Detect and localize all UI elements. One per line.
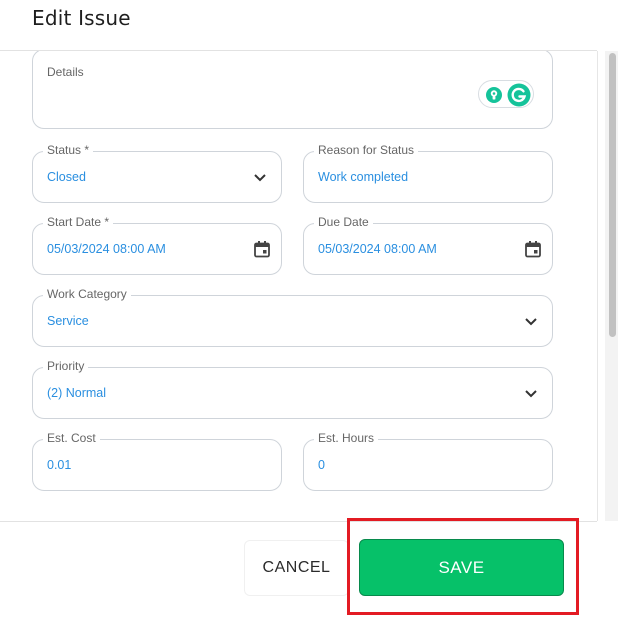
chevron-down-icon[interactable] <box>524 389 538 399</box>
priority-select[interactable]: Priority (2) Normal <box>32 359 553 419</box>
priority-value: (2) Normal <box>47 386 107 400</box>
form-scroll-area[interactable]: Details Status * Closed Reason for Statu… <box>0 51 597 521</box>
vertical-scrollbar[interactable] <box>605 51 618 521</box>
work-category-select[interactable]: Work Category Service <box>32 287 553 347</box>
priority-label: Priority <box>43 359 89 373</box>
reason-for-status-field[interactable]: Reason for Status Work completed <box>303 143 553 203</box>
est-hours-field[interactable]: Est. Hours 0 <box>303 431 553 491</box>
est-hours-value: 0 <box>318 458 325 472</box>
details-field[interactable]: Details <box>32 51 553 129</box>
cancel-button[interactable]: CANCEL <box>244 540 349 596</box>
calendar-icon[interactable] <box>253 240 271 258</box>
dialog-title: Edit Issue <box>32 6 131 30</box>
status-select[interactable]: Status * Closed <box>32 143 282 203</box>
reason-for-status-label: Reason for Status <box>314 143 419 157</box>
start-date-field[interactable]: Start Date * 05/03/2024 08:00 AM <box>32 215 282 275</box>
content-right-divider <box>597 51 598 521</box>
save-button[interactable]: SAVE <box>359 539 564 596</box>
status-label: Status * <box>43 143 94 157</box>
work-category-value: Service <box>47 314 89 328</box>
est-hours-label: Est. Hours <box>314 431 379 445</box>
reason-for-status-value: Work completed <box>318 170 409 184</box>
lightbulb-icon[interactable] <box>485 86 503 104</box>
calendar-icon[interactable] <box>524 240 542 258</box>
start-date-value: 05/03/2024 08:00 AM <box>47 242 166 256</box>
work-category-label: Work Category <box>43 287 131 301</box>
due-date-value: 05/03/2024 08:00 AM <box>318 242 437 256</box>
chevron-down-icon[interactable] <box>253 173 267 183</box>
chevron-down-icon[interactable] <box>524 317 538 327</box>
grammarly-icon[interactable] <box>507 83 531 107</box>
est-cost-field[interactable]: Est. Cost 0.01 <box>32 431 282 491</box>
due-date-field[interactable]: Due Date 05/03/2024 08:00 AM <box>303 215 553 275</box>
scrollbar-thumb[interactable] <box>609 53 616 337</box>
est-cost-value: 0.01 <box>47 458 72 472</box>
details-label: Details <box>47 65 84 79</box>
status-value: Closed <box>47 170 86 184</box>
est-cost-label: Est. Cost <box>43 431 100 445</box>
start-date-label: Start Date * <box>43 215 114 229</box>
grammarly-widget[interactable] <box>478 80 534 108</box>
due-date-label: Due Date <box>314 215 373 229</box>
